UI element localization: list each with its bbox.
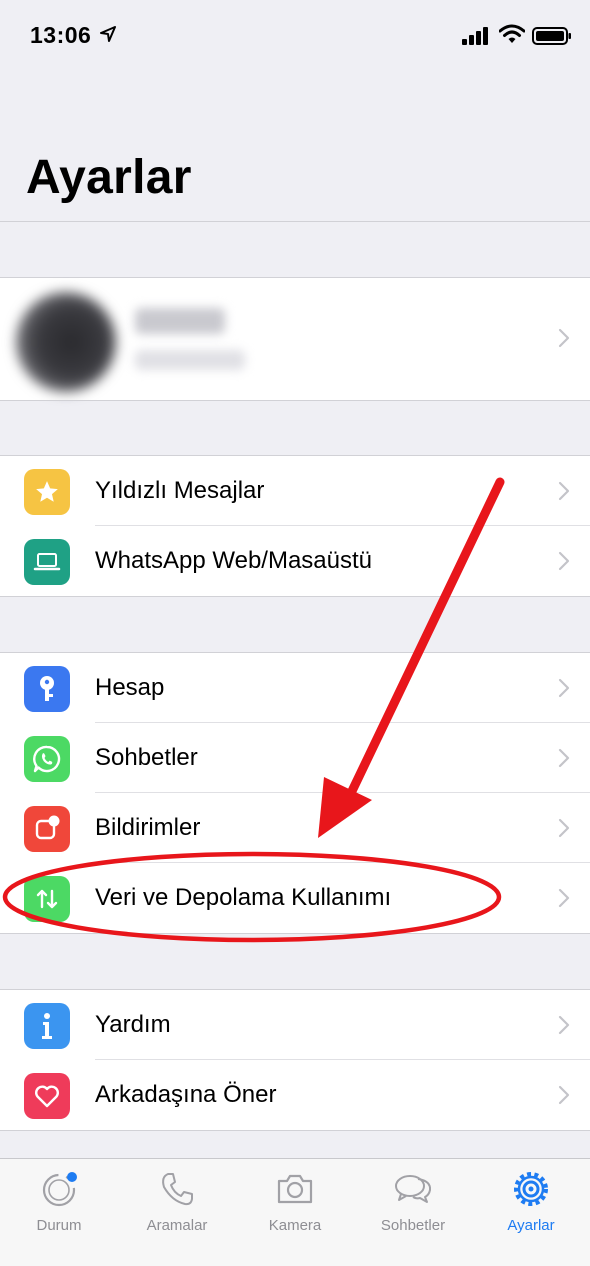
page-title: Ayarlar	[26, 151, 192, 204]
tab-bar: Durum Aramalar Kamera Sohbetler Ayarlar	[0, 1158, 590, 1266]
phone-icon	[162, 1173, 193, 1206]
settings-gear-icon	[514, 1172, 548, 1206]
data-arrows-icon	[24, 876, 70, 922]
row-label: Veri ve Depolama Kullanımı	[95, 884, 392, 911]
chevron-right-icon	[558, 888, 570, 908]
status-icon	[42, 1172, 77, 1207]
status-time: 13:06	[30, 22, 92, 48]
help-row[interactable]: Yardım	[0, 990, 590, 1060]
row-label: Hesap	[95, 674, 165, 701]
chevron-right-icon	[558, 748, 570, 768]
whatsapp-web-row[interactable]: WhatsApp Web/Masaüstü	[0, 526, 590, 596]
tab-label: Kamera	[268, 1217, 322, 1234]
chevron-right-icon	[558, 818, 570, 838]
settings-group-1: Yıldızlı Mesajlar WhatsApp Web/Masaüstü	[0, 456, 590, 596]
chevron-right-icon	[558, 551, 570, 571]
row-label: Yardım	[95, 1011, 171, 1038]
chevron-right-icon	[558, 1085, 570, 1105]
wifi-icon	[499, 24, 525, 43]
battery-icon	[532, 27, 571, 45]
star-icon	[24, 469, 70, 515]
avatar	[16, 292, 116, 392]
tab-label: Aramalar	[146, 1217, 208, 1234]
notification-icon	[24, 806, 70, 852]
chevron-right-icon	[558, 1015, 570, 1035]
row-label: WhatsApp Web/Masaüstü	[95, 547, 373, 574]
settings-group-3: Yardım Arkadaşına Öner	[0, 990, 590, 1130]
chevron-right-icon	[558, 678, 570, 698]
location-arrow-icon	[100, 26, 116, 42]
cellular-signal-icon	[462, 27, 488, 45]
tab-label: Ayarlar	[507, 1217, 555, 1234]
chats-icon	[395, 1175, 432, 1203]
camera-icon	[277, 1174, 313, 1204]
data-storage-usage-row[interactable]: Veri ve Depolama Kullanımı	[0, 863, 590, 933]
laptop-icon	[24, 539, 70, 585]
tab-label: Durum	[36, 1217, 82, 1234]
profile-name-blurred	[135, 308, 225, 334]
divider	[0, 933, 590, 934]
tab-settings[interactable]: Ayarlar	[472, 1159, 590, 1266]
info-icon	[24, 1003, 70, 1049]
chats-row[interactable]: Sohbetler	[0, 723, 590, 793]
heart-icon	[24, 1073, 70, 1119]
tab-chats[interactable]: Sohbetler	[354, 1159, 472, 1266]
row-label: Sohbetler	[95, 744, 198, 771]
chevron-right-icon	[558, 328, 570, 348]
tab-label: Sohbetler	[380, 1217, 446, 1234]
tab-camera[interactable]: Kamera	[236, 1159, 354, 1266]
chevron-right-icon	[558, 481, 570, 501]
divider	[0, 1130, 590, 1131]
status-bar: 13:06	[0, 0, 590, 80]
whatsapp-icon	[24, 736, 70, 782]
row-label: Yıldızlı Mesajlar	[95, 477, 265, 504]
row-label: Bildirimler	[95, 814, 201, 841]
account-row[interactable]: Hesap	[0, 653, 590, 723]
starred-messages-row[interactable]: Yıldızlı Mesajlar	[0, 456, 590, 526]
notifications-row[interactable]: Bildirimler	[0, 793, 590, 863]
header-divider	[0, 221, 590, 222]
profile-status-blurred	[135, 350, 245, 370]
profile-row[interactable]	[0, 278, 590, 400]
tell-a-friend-row[interactable]: Arkadaşına Öner	[0, 1060, 590, 1130]
divider	[0, 400, 590, 401]
settings-group-2: Hesap Sohbetler Bildirimler Veri ve Depo…	[0, 653, 590, 933]
row-label: Arkadaşına Öner	[95, 1081, 277, 1108]
key-icon	[24, 666, 70, 712]
divider	[0, 596, 590, 597]
tab-calls[interactable]: Aramalar	[118, 1159, 236, 1266]
tab-status[interactable]: Durum	[0, 1159, 118, 1266]
